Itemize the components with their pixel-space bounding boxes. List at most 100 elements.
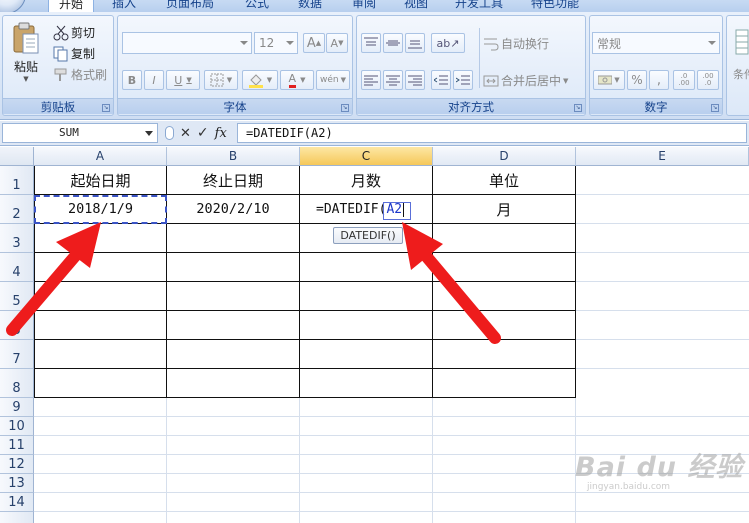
tab-formulas[interactable]: 公式 <box>237 0 277 12</box>
cell-d2[interactable]: 月 <box>433 195 575 223</box>
row-header[interactable]: 12 <box>0 455 34 474</box>
bold-button[interactable]: B <box>122 70 142 90</box>
row-header[interactable]: 7 <box>0 340 34 369</box>
column-header-b[interactable]: B <box>167 147 300 166</box>
align-left-button[interactable] <box>361 70 381 90</box>
tab-data[interactable]: 数据 <box>290 0 330 12</box>
table-border <box>575 166 576 398</box>
align-center-button[interactable] <box>383 70 403 90</box>
cut-button[interactable]: 剪切 <box>53 24 95 41</box>
font-color-button[interactable]: A ▼ <box>280 70 314 90</box>
italic-button[interactable]: I <box>144 70 164 90</box>
row-header[interactable]: 4 <box>0 253 34 282</box>
tab-special[interactable]: 特色功能 <box>524 0 586 12</box>
wrap-text-button[interactable]: 自动换行 <box>483 35 549 52</box>
row-header[interactable]: 10 <box>0 417 34 436</box>
tab-insert[interactable]: 插入 <box>104 0 144 12</box>
accounting-format-button[interactable]: ▼ <box>593 70 625 90</box>
cell-c1[interactable]: 月数 <box>300 167 432 194</box>
column-header-d[interactable]: D <box>433 147 576 166</box>
orientation-icon: ab↗ <box>436 36 460 50</box>
dialog-launcher-icon[interactable]: ↘ <box>341 104 349 112</box>
paste-button[interactable]: 粘贴 ▼ <box>11 22 41 83</box>
tab-home[interactable]: 开始 <box>48 0 94 12</box>
row-header[interactable]: 5 <box>0 282 34 311</box>
name-box[interactable]: SUM <box>2 123 158 143</box>
row-header[interactable]: 8 <box>0 369 34 398</box>
format-painter-button[interactable]: 格式刷 <box>53 66 107 83</box>
copy-icon <box>53 46 68 61</box>
font-group-label: 字体 <box>118 98 352 114</box>
fill-color-button[interactable]: ▼ <box>242 70 278 90</box>
decrease-indent-button[interactable] <box>431 70 451 90</box>
cell-c2-editing[interactable]: =DATEDIF(A2 <box>300 195 432 223</box>
increase-decimal-button[interactable]: .0 .00 <box>673 70 695 90</box>
number-format-select[interactable]: 常规 <box>592 32 720 54</box>
table-border <box>34 310 576 311</box>
dialog-launcher-icon[interactable]: ↘ <box>711 104 719 112</box>
phonetic-button[interactable]: wén ▼ <box>316 70 350 90</box>
wrap-text-label: 自动换行 <box>501 37 550 51</box>
font-size-select[interactable]: 12 <box>254 32 298 54</box>
conditional-format-button[interactable] <box>735 28 749 58</box>
formula-bar: SUM ✕ ✓ fx =DATEDIF(A2) <box>0 121 749 146</box>
styles-group: 条件 <box>726 15 749 116</box>
tab-view[interactable]: 视图 <box>396 0 436 12</box>
tab-page-layout[interactable]: 页面布局 <box>155 0 225 12</box>
cancel-icon[interactable]: ✕ <box>180 126 191 141</box>
function-tooltip[interactable]: DATEDIF() <box>333 227 403 244</box>
clipboard-group: 粘贴 ▼ 剪切 复制 格式刷 剪贴板 ↘ <box>2 15 114 116</box>
dialog-launcher-icon[interactable]: ↘ <box>102 104 110 112</box>
row-header[interactable]: 14 <box>0 493 34 512</box>
align-bottom-button[interactable] <box>405 33 425 53</box>
gridline <box>576 223 749 224</box>
number-group: 常规 ▼ % , .0 .00 .00 .0 数字 ↘ <box>589 15 723 116</box>
cell-d1[interactable]: 单位 <box>433 167 575 194</box>
enter-icon[interactable]: ✓ <box>197 125 209 141</box>
tab-developer[interactable]: 开发工具 <box>448 0 510 12</box>
merge-center-button[interactable]: 合并后居中 ▼ <box>483 72 568 89</box>
gridline <box>576 368 749 369</box>
gridline <box>34 511 749 512</box>
orientation-button[interactable]: ab↗ <box>431 33 465 53</box>
row-header[interactable]: 13 <box>0 474 34 493</box>
formula-input[interactable]: =DATEDIF(A2) <box>237 123 747 143</box>
column-header-a[interactable]: A <box>34 147 167 166</box>
insert-function-icon[interactable]: fx <box>215 126 227 141</box>
office-button[interactable] <box>0 0 26 12</box>
row-header[interactable]: 6 <box>0 311 34 340</box>
row-header[interactable]: 2 <box>0 195 34 224</box>
decrease-decimal-button[interactable]: .00 .0 <box>697 70 719 90</box>
table-border <box>34 368 576 369</box>
column-header-c[interactable]: C <box>300 147 433 166</box>
comma-button[interactable]: , <box>649 70 669 90</box>
underline-button[interactable]: U ▼ <box>166 70 200 90</box>
align-middle-button[interactable] <box>383 33 403 53</box>
row-header[interactable] <box>0 512 34 523</box>
wrap-text-icon <box>484 38 499 50</box>
cell-a1[interactable]: 起始日期 <box>35 167 166 194</box>
font-name-select[interactable] <box>122 32 252 54</box>
row-header[interactable]: 1 <box>0 166 34 195</box>
select-all-corner[interactable] <box>0 147 34 166</box>
align-top-button[interactable] <box>361 33 381 53</box>
copy-button[interactable]: 复制 <box>53 45 95 62</box>
cell-b2[interactable]: 2020/2/10 <box>167 195 299 223</box>
shrink-font-button[interactable]: A ▼ <box>326 33 348 53</box>
merge-cells-icon <box>483 75 499 86</box>
percent-button[interactable]: % <box>627 70 647 90</box>
row-header[interactable]: 11 <box>0 436 34 455</box>
align-bottom-icon <box>408 40 422 49</box>
phonetic-icon: wén <box>320 75 339 85</box>
cell-b1[interactable]: 终止日期 <box>167 167 299 194</box>
tab-review[interactable]: 审阅 <box>344 0 384 12</box>
row-header[interactable]: 9 <box>0 398 34 417</box>
align-right-button[interactable] <box>405 70 425 90</box>
dialog-launcher-icon[interactable]: ↘ <box>574 104 582 112</box>
grow-font-button[interactable]: A ▲ <box>303 33 325 53</box>
borders-button[interactable]: ▼ <box>204 70 238 90</box>
chevron-down-icon[interactable] <box>145 131 153 136</box>
column-header-e[interactable]: E <box>576 147 749 166</box>
increase-indent-button[interactable] <box>453 70 473 90</box>
row-header[interactable]: 3 <box>0 224 34 253</box>
